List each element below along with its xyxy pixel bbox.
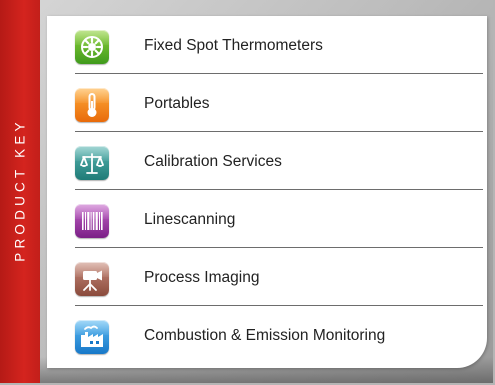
scales-icon [75,146,109,180]
side-label: PRODUCT KEY [12,118,28,262]
sun-target-icon [75,30,109,64]
product-label: Portables [144,95,210,112]
product-item-process-imaging[interactable]: Process Imaging [75,248,483,306]
barcode-icon [75,204,109,238]
product-label: Combustion & Emission Monitoring [144,327,386,344]
product-key-card: Fixed Spot Thermometers Portables Calibr… [47,16,487,368]
product-label: Process Imaging [144,269,260,286]
product-item-combustion[interactable]: Combustion & Emission Monitoring [75,306,483,364]
factory-icon [75,320,109,354]
product-item-portables[interactable]: Portables [75,74,483,132]
product-label: Calibration Services [144,153,282,170]
product-key-panel: PRODUCT KEY Fixed Spot Thermometers Port… [0,0,493,383]
product-item-calibration[interactable]: Calibration Services [75,132,483,190]
product-label: Linescanning [144,211,236,228]
product-label: Fixed Spot Thermometers [144,37,323,54]
product-item-fixed-spot[interactable]: Fixed Spot Thermometers [75,16,483,74]
product-item-linescanning[interactable]: Linescanning [75,190,483,248]
camera-tripod-icon [75,262,109,296]
side-strip: PRODUCT KEY [0,0,40,383]
thermometer-icon [75,88,109,122]
